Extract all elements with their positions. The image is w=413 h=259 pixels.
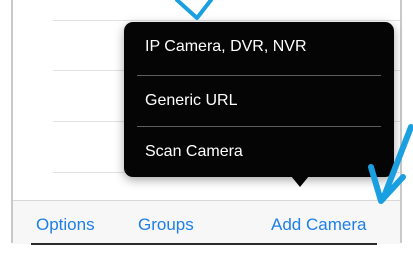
- menu-item-ip-camera[interactable]: IP Camera, DVR, NVR: [124, 22, 394, 72]
- menu-item-label: IP Camera, DVR, NVR: [145, 38, 307, 55]
- bottom-divider: [31, 243, 377, 245]
- list-row-divider: [53, 20, 400, 21]
- bottom-toolbar: Options Groups Add Camera: [13, 200, 400, 244]
- groups-button[interactable]: Groups: [138, 215, 194, 235]
- arrow-down-marker-icon: [175, 0, 213, 20]
- menu-item-label: Scan Camera: [145, 143, 243, 160]
- add-camera-popover-menu: IP Camera, DVR, NVR Generic URL Scan Cam…: [124, 22, 394, 177]
- menu-item-label: Generic URL: [145, 92, 238, 109]
- menu-item-generic-url[interactable]: Generic URL: [124, 76, 394, 126]
- options-button[interactable]: Options: [36, 215, 95, 235]
- arrow-pointer-marker-icon: [368, 124, 413, 204]
- add-camera-button[interactable]: Add Camera: [271, 215, 366, 235]
- popover-pointer: [291, 176, 309, 187]
- menu-item-scan-camera[interactable]: Scan Camera: [124, 127, 394, 177]
